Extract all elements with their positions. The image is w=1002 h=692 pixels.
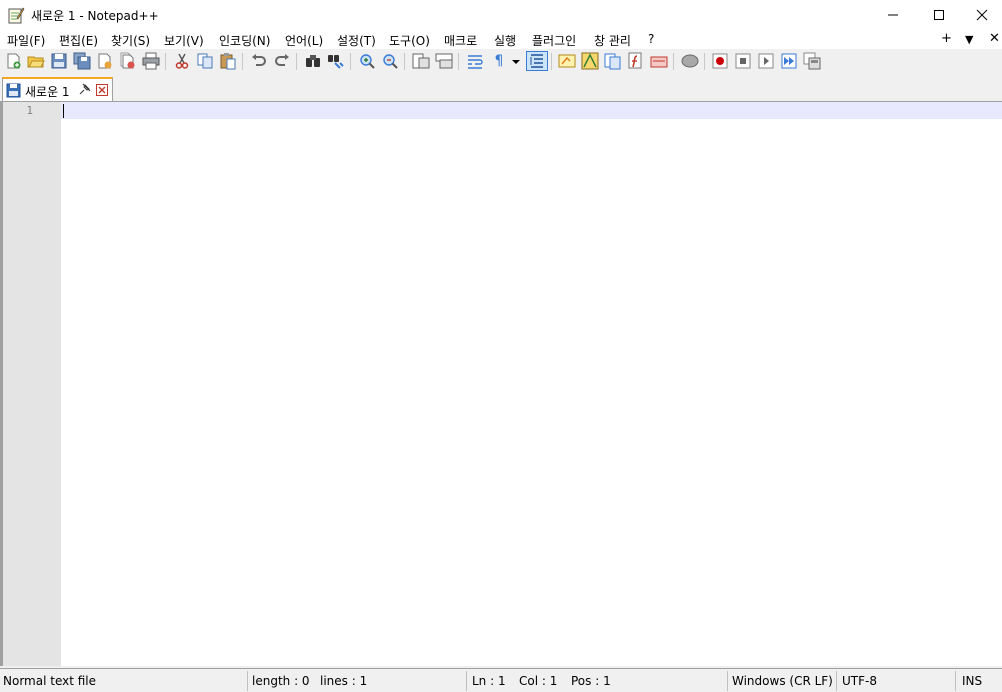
redo-icon[interactable] — [273, 52, 291, 70]
status-divider — [955, 671, 956, 691]
maximize-button[interactable] — [916, 0, 962, 30]
run-macro-multiple-icon[interactable] — [780, 52, 798, 70]
indent-guide-icon[interactable] — [526, 51, 548, 71]
paste-icon[interactable] — [219, 52, 237, 70]
menu-settings[interactable]: 설정(T) — [337, 32, 376, 49]
cut-icon[interactable] — [173, 52, 191, 70]
save-all-icon[interactable] — [73, 52, 91, 70]
status-bar: Normal text file length : 0 lines : 1 Ln… — [0, 668, 1002, 692]
chevron-down-icon[interactable] — [510, 52, 522, 70]
playback-macro-icon[interactable] — [757, 52, 775, 70]
copy-icon[interactable] — [196, 52, 214, 70]
toolbar-separator — [165, 53, 166, 70]
tab-list-dropdown[interactable]: ▼ — [965, 33, 973, 46]
print-icon[interactable] — [142, 52, 160, 70]
menu-bar: 파일(F) 편집(E) 찾기(S) 보기(V) 인코딩(N) 언어(L) 설정(… — [0, 30, 1002, 49]
notepadpp-app-icon — [8, 7, 25, 24]
status-length: length : 0 — [252, 674, 310, 688]
menu-tools[interactable]: 도구(O) — [389, 32, 430, 49]
add-tab-button[interactable]: + — [941, 31, 952, 46]
status-column: Col : 1 — [519, 674, 558, 688]
status-divider — [727, 671, 728, 691]
menu-edit[interactable]: 편집(E) — [59, 32, 98, 49]
toolbar-separator — [242, 53, 243, 70]
menu-view[interactable]: 보기(V) — [164, 32, 204, 49]
pin-icon[interactable] — [78, 83, 91, 96]
record-macro-icon[interactable] — [711, 52, 729, 70]
monitoring-icon[interactable] — [681, 52, 699, 70]
open-file-icon[interactable] — [27, 52, 45, 70]
sync-vertical-scroll-icon[interactable] — [412, 52, 430, 70]
status-divider — [836, 671, 837, 691]
status-eol-format[interactable]: Windows (CR LF) — [732, 674, 833, 688]
minimize-button[interactable] — [870, 0, 916, 30]
toolbar-separator — [458, 53, 459, 70]
window-title: 새로운 1 - Notepad++ — [31, 9, 159, 23]
minimize-icon — [888, 14, 898, 16]
stop-recording-icon[interactable] — [734, 52, 752, 70]
line-number-margin: 1 — [3, 102, 38, 666]
status-position: Pos : 1 — [571, 674, 611, 688]
text-caret — [63, 104, 64, 118]
zoom-out-icon[interactable] — [381, 52, 399, 70]
status-file-type: Normal text file — [3, 674, 97, 688]
save-status-icon — [6, 83, 21, 98]
replace-icon[interactable] — [327, 52, 345, 70]
status-divider — [466, 671, 467, 691]
save-icon[interactable] — [50, 52, 68, 70]
status-line-number: Ln : 1 — [472, 674, 506, 688]
title-bar: 새로운 1 - Notepad++ — [0, 0, 1002, 30]
fold-margin[interactable] — [38, 102, 61, 666]
menu-help[interactable]: ? — [648, 32, 654, 46]
save-macro-icon[interactable] — [803, 52, 821, 70]
new-file-icon[interactable] — [5, 52, 23, 70]
menu-search[interactable]: 찾기(S) — [111, 32, 150, 49]
menu-file[interactable]: 파일(F) — [7, 32, 45, 49]
sync-horizontal-scroll-icon[interactable] — [435, 52, 453, 70]
word-wrap-icon[interactable] — [466, 52, 484, 70]
current-line-highlight — [61, 102, 1002, 119]
document-list-icon[interactable] — [604, 52, 622, 70]
tab-label: 새로운 1 — [25, 85, 70, 99]
close-icon — [976, 9, 988, 21]
status-encoding[interactable]: UTF-8 — [842, 674, 877, 688]
menu-macro[interactable]: 매크로 — [444, 32, 477, 49]
menu-encoding[interactable]: 인코딩(N) — [219, 32, 270, 49]
toolbar-separator — [404, 53, 405, 70]
toolbar-separator — [673, 53, 674, 70]
line-number: 1 — [26, 104, 33, 117]
tab-close-icon[interactable] — [96, 84, 108, 96]
menu-language[interactable]: 언어(L) — [285, 32, 323, 49]
menu-run[interactable]: 실행 — [494, 32, 516, 49]
maximize-icon — [934, 10, 944, 20]
undo-icon[interactable] — [250, 52, 268, 70]
toolbar-separator — [350, 53, 351, 70]
zoom-in-icon[interactable] — [358, 52, 376, 70]
toolbar: ¶ — [0, 49, 1002, 74]
menu-plugins[interactable]: 플러그인 — [532, 32, 576, 49]
close-all-icon[interactable] — [119, 52, 137, 70]
show-all-characters-icon[interactable]: ¶ — [490, 53, 508, 71]
status-lines: lines : 1 — [320, 674, 368, 688]
folder-as-workspace-icon[interactable] — [650, 52, 668, 70]
user-defined-language-icon[interactable] — [558, 52, 576, 70]
document-tab-bar: 새로운 1 — [0, 74, 1002, 102]
editor-area[interactable]: 1 — [0, 102, 1002, 666]
status-divider — [247, 671, 248, 691]
close-file-icon[interactable] — [96, 52, 114, 70]
toolbar-separator — [704, 53, 705, 70]
toolbar-separator — [551, 53, 552, 70]
document-map-icon[interactable] — [581, 52, 599, 70]
find-icon[interactable] — [304, 52, 322, 70]
toolbar-separator — [296, 53, 297, 70]
tab-document[interactable]: 새로운 1 — [2, 77, 113, 101]
status-insert-mode[interactable]: INS — [962, 674, 982, 688]
menu-window[interactable]: 창 관리 — [594, 32, 631, 49]
close-button[interactable] — [962, 0, 1002, 30]
function-list-icon[interactable] — [627, 52, 645, 70]
close-doc-button[interactable]: ✕ — [989, 31, 1000, 46]
